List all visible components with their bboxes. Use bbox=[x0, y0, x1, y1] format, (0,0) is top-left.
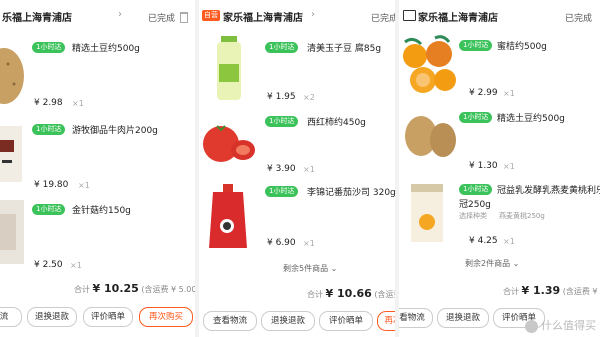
order-status: 已完成 bbox=[565, 14, 593, 24]
product-image bbox=[401, 180, 459, 246]
product-price: ¥ 2.99 bbox=[469, 88, 498, 98]
freight-note: (含运费 ¥ 0.0 bbox=[562, 287, 600, 296]
spec-value: 燕麦黄桃250g bbox=[499, 212, 545, 220]
product-name: 游牧御品牛肉片200g bbox=[72, 126, 158, 136]
order-card-2[interactable]: 自营 家乐福上海青浦店 › 已完成 1小时达 清美玉子豆 腐85g ¥ 1.95… bbox=[199, 0, 395, 337]
product-quantity: ×1 bbox=[70, 261, 82, 270]
product-image bbox=[0, 122, 24, 186]
chevron-right-icon: › bbox=[492, 9, 496, 20]
rebuy-button[interactable]: 再次购买 bbox=[139, 307, 193, 327]
watermark: 什么值得买 bbox=[525, 317, 596, 333]
order-total: 合计 ¥ 10.66 (含运费 ¥ 5 bbox=[307, 287, 395, 300]
product-name: 冠益乳发酵乳燕麦黄桃利乐 bbox=[497, 186, 600, 196]
product-image bbox=[199, 34, 259, 104]
product-price: ¥ 1.95 bbox=[267, 92, 296, 102]
product-price: ¥ 3.90 bbox=[267, 164, 296, 174]
product-name: 精选土豆约500g bbox=[72, 44, 140, 54]
one-hour-badge: 1小时达 bbox=[459, 40, 493, 51]
shop-name[interactable]: 家乐福上海青浦店 bbox=[418, 9, 498, 24]
shop-header[interactable]: 自营 家乐福上海青浦店 › 已完成 bbox=[199, 6, 395, 28]
refund-button[interactable]: 退换退款 bbox=[261, 311, 315, 331]
one-hour-badge: 1小时达 bbox=[265, 116, 299, 127]
product-image bbox=[199, 110, 259, 174]
product-quantity: ×1 bbox=[78, 181, 90, 190]
shop-name[interactable]: 家乐福上海青浦店 bbox=[223, 9, 303, 24]
view-logistics-button[interactable]: 查看物流 bbox=[203, 311, 257, 331]
one-hour-badge: 1小时达 bbox=[32, 42, 66, 53]
product-name: 蜜桔约500g bbox=[497, 42, 547, 52]
product-price: ¥ 19.80 bbox=[34, 180, 69, 190]
spec-label: 选择种类 bbox=[459, 212, 487, 220]
product-price: ¥ 2.50 bbox=[34, 260, 63, 270]
product-price: ¥ 4.25 bbox=[469, 236, 498, 246]
product-price: ¥ 6.90 bbox=[267, 238, 296, 248]
one-hour-badge: 1小时达 bbox=[32, 124, 66, 135]
product-price: ¥ 2.98 bbox=[34, 98, 63, 108]
order-total: 合计 ¥ 10.25 (含运费 ¥ 5.00) bbox=[74, 282, 195, 295]
product-image bbox=[0, 34, 24, 114]
product-name: 精选土豆约500g bbox=[497, 114, 565, 124]
product-quantity: ×1 bbox=[503, 162, 515, 171]
product-name-continued: 冠250g bbox=[459, 200, 491, 210]
product-price: ¥ 1.30 bbox=[469, 161, 498, 171]
order-total: 合计 ¥ 1.39 (含运费 ¥ 0.0 bbox=[503, 284, 600, 297]
product-quantity: ×1 bbox=[72, 99, 84, 108]
one-hour-badge: 1小时达 bbox=[32, 204, 66, 215]
product-quantity: ×1 bbox=[503, 89, 515, 98]
watermark-logo-icon bbox=[525, 319, 538, 333]
product-image bbox=[199, 182, 259, 252]
product-name: 清美玉子豆 腐85g bbox=[307, 44, 382, 54]
chevron-down-icon: ⌄ bbox=[512, 259, 520, 268]
view-logistics-button[interactable]: 看物流 bbox=[399, 308, 433, 328]
product-quantity: ×2 bbox=[303, 93, 315, 102]
remaining-items-toggle[interactable]: 剩余2件商品 ⌄ bbox=[465, 258, 519, 269]
store-icon bbox=[403, 10, 416, 21]
view-logistics-button[interactable]: 流 bbox=[0, 307, 22, 327]
shop-header[interactable]: 家乐福上海青浦店 › 已完成 bbox=[399, 6, 600, 28]
product-name: 西红柿约450g bbox=[307, 118, 366, 128]
one-hour-badge: 1小时达 bbox=[265, 186, 299, 197]
product-image bbox=[401, 108, 459, 164]
chevron-right-icon: › bbox=[311, 9, 315, 20]
order-status: 已完成 bbox=[371, 14, 395, 24]
freight-note: (含运费 ¥ 5.00) bbox=[141, 285, 195, 294]
order-card-3[interactable]: 家乐福上海青浦店 › 已完成 1小时达 蜜桔约500g ¥ 2.99 ×1 1小… bbox=[399, 0, 600, 337]
review-button[interactable]: 评价晒单 bbox=[319, 311, 373, 331]
one-hour-badge: 1小时达 bbox=[459, 112, 493, 123]
product-image bbox=[0, 200, 24, 264]
one-hour-badge: 1小时达 bbox=[265, 42, 299, 53]
one-hour-badge: 1小时达 bbox=[459, 184, 493, 195]
product-name: 李锦记番茄沙司 320g bbox=[307, 188, 395, 198]
shop-header[interactable]: 乐福上海青浦店 › 已完成 bbox=[0, 6, 195, 28]
product-quantity: ×1 bbox=[303, 165, 315, 174]
self-operated-badge: 自营 bbox=[202, 10, 220, 21]
chevron-down-icon: ⌄ bbox=[330, 264, 338, 273]
product-name: 金针菇约150g bbox=[72, 206, 131, 216]
trash-icon[interactable] bbox=[180, 12, 188, 23]
freight-note: (含运费 ¥ 5 bbox=[374, 290, 395, 299]
remaining-items-toggle[interactable]: 剩余5件商品 ⌄ bbox=[283, 263, 337, 274]
refund-button[interactable]: 退换退款 bbox=[437, 308, 489, 328]
order-card-1[interactable]: 乐福上海青浦店 › 已完成 1小时达 精选土豆约500g ¥ 2.98 ×1 1… bbox=[0, 0, 195, 337]
total-amount: ¥ 10.66 bbox=[325, 287, 372, 300]
order-status: 已完成 bbox=[148, 14, 176, 24]
product-quantity: ×1 bbox=[303, 239, 315, 248]
refund-button[interactable]: 退换退款 bbox=[27, 307, 77, 327]
rebuy-button[interactable]: 再次 bbox=[377, 311, 395, 331]
product-image bbox=[401, 34, 459, 100]
review-button[interactable]: 评价晒单 bbox=[83, 307, 133, 327]
total-amount: ¥ 10.25 bbox=[92, 282, 139, 295]
total-amount: ¥ 1.39 bbox=[521, 284, 561, 297]
shop-name[interactable]: 乐福上海青浦店 bbox=[2, 9, 72, 24]
chevron-right-icon: › bbox=[118, 9, 122, 20]
product-quantity: ×1 bbox=[503, 237, 515, 246]
